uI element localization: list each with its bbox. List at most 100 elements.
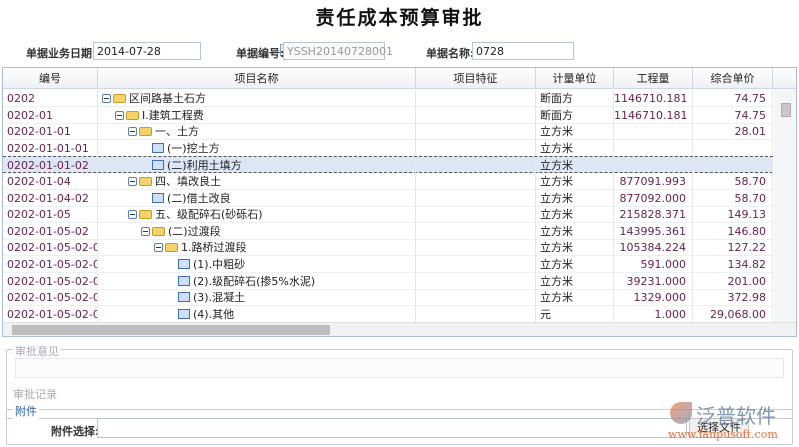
attachment-file-input[interactable] bbox=[97, 418, 687, 438]
collapse-toggle-icon[interactable] bbox=[154, 243, 163, 253]
cell-name: (2).级配碎石(掺5%水泥) bbox=[98, 272, 416, 290]
cell-code: 0202-01-04 bbox=[3, 173, 98, 190]
item-name: (二)借土改良 bbox=[167, 191, 231, 205]
col-name[interactable]: 项目名称 bbox=[98, 68, 416, 89]
table-row[interactable]: 0202-01 Ⅰ.建筑工程费 断面方 1146710.181 74.75 bbox=[3, 106, 773, 124]
cell-name: 区间路基土石方 bbox=[98, 90, 416, 107]
approval-opinion-input[interactable] bbox=[15, 358, 784, 378]
cell-code: 0202-01-05-02-0... bbox=[3, 289, 98, 307]
item-name: 1.路桥过渡段 bbox=[181, 241, 247, 255]
collapse-toggle-icon[interactable] bbox=[128, 210, 137, 220]
cell-name: (二)利用土填方 bbox=[98, 157, 416, 175]
cell-qty: 877091.993 bbox=[614, 173, 693, 190]
table-row[interactable]: 0202-01-01-02 (二)利用土填方 立方米 bbox=[3, 156, 773, 175]
choose-file-button[interactable]: 选择文件 bbox=[689, 418, 749, 438]
table-row[interactable]: 0202-01-04-02 (二)借土改良 立方米 877092.000 58.… bbox=[3, 189, 773, 207]
grid-header: 编号 项目名称 项目特征 计量单位 工程量 综合单价 bbox=[3, 68, 796, 89]
cell-feature bbox=[416, 206, 536, 224]
cell-unit: 立方米 bbox=[536, 173, 614, 190]
item-name: (3).混凝土 bbox=[193, 291, 246, 305]
table-row[interactable]: 0202-01-05 五、级配碎石(砂砾石) 立方米 215828.371 14… bbox=[3, 206, 773, 224]
cell-feature bbox=[416, 173, 536, 190]
table-row[interactable]: 0202-01-01-01 (一)挖土方 立方米 bbox=[3, 139, 773, 157]
folder-icon bbox=[139, 177, 152, 186]
attachment-legend: 附件 bbox=[13, 403, 39, 419]
table-row[interactable]: 0202-01-05-02-01 1.路桥过渡段 立方米 105384.224 … bbox=[3, 239, 773, 257]
cell-unit: 立方米 bbox=[536, 206, 614, 224]
cell-qty: 39231.000 bbox=[614, 272, 693, 290]
table-row[interactable]: 0202-01-05-02-0... (3).混凝土 立方米 1329.000 … bbox=[3, 289, 773, 307]
item-name: 五、级配碎石(砂砾石) bbox=[155, 208, 263, 222]
cell-unit: 立方米 bbox=[536, 289, 614, 307]
bill-name-input[interactable]: 0728 bbox=[472, 42, 574, 60]
cell-qty: 143995.361 bbox=[614, 222, 693, 240]
page-title: 责任成本预算审批 bbox=[315, 7, 484, 29]
cell-feature bbox=[416, 189, 536, 207]
date-input[interactable]: 2014-07-28 bbox=[93, 42, 291, 60]
cell-code: 0202-01-05-02-0... bbox=[3, 272, 98, 290]
cell-price: 74.75 bbox=[693, 90, 773, 107]
collapse-toggle-icon[interactable] bbox=[128, 127, 137, 137]
collapse-toggle-icon[interactable] bbox=[102, 94, 111, 103]
horizontal-scrollbar[interactable] bbox=[3, 322, 796, 336]
folder-icon bbox=[139, 210, 152, 220]
col-code[interactable]: 编号 bbox=[3, 68, 98, 89]
cell-feature bbox=[416, 139, 536, 157]
cell-name: 一、土方 bbox=[98, 123, 416, 141]
cell-qty: 1.000 bbox=[614, 305, 693, 323]
collapse-toggle-icon[interactable] bbox=[128, 177, 137, 186]
collapse-toggle-icon[interactable] bbox=[115, 110, 124, 120]
cell-name: (一)挖土方 bbox=[98, 139, 416, 157]
table-row[interactable]: 0202-01-05-02 (二)过渡段 立方米 143995.361 146.… bbox=[3, 222, 773, 240]
col-feature[interactable]: 项目特征 bbox=[416, 68, 536, 89]
cell-unit: 立方米 bbox=[536, 256, 614, 273]
folder-icon bbox=[152, 226, 165, 236]
cell-feature bbox=[416, 305, 536, 323]
folder-icon bbox=[126, 110, 139, 120]
cell-price: 127.22 bbox=[693, 239, 773, 257]
item-icon bbox=[178, 308, 190, 319]
cell-code: 0202-01-04-02 bbox=[3, 189, 98, 207]
vertical-scrollbar[interactable] bbox=[774, 89, 796, 322]
cell-code: 0202-01 bbox=[3, 106, 98, 124]
table-row[interactable]: 0202-01-05-02-0... (1).中粗砂 立方米 591.000 1… bbox=[3, 256, 773, 273]
table-row[interactable]: 0202-01-05-02-0... (2).级配碎石(掺5%水泥) 立方米 3… bbox=[3, 272, 773, 290]
date-value: 2014-07-28 bbox=[97, 45, 161, 58]
cell-qty: 1146710.181 bbox=[614, 90, 693, 107]
bill-no-input[interactable]: YSSH20140728001 bbox=[283, 42, 393, 60]
horizontal-scroll-thumb[interactable] bbox=[12, 325, 330, 335]
date-label: 单据业务日期: bbox=[26, 47, 97, 60]
cell-feature bbox=[416, 123, 536, 141]
cell-qty bbox=[614, 123, 693, 141]
cell-code: 0202-01-01 bbox=[3, 123, 98, 141]
cell-price bbox=[693, 139, 773, 157]
cell-qty bbox=[614, 139, 693, 157]
item-name: 一、土方 bbox=[155, 125, 199, 139]
item-icon bbox=[152, 160, 164, 171]
col-qty[interactable]: 工程量 bbox=[614, 68, 693, 89]
folder-icon bbox=[139, 127, 152, 137]
col-price[interactable]: 综合单价 bbox=[693, 68, 773, 89]
table-row[interactable]: 0202-01-01 一、土方 立方米 28.01 bbox=[3, 123, 773, 141]
vertical-scroll-thumb[interactable] bbox=[781, 103, 791, 117]
folder-icon bbox=[165, 243, 178, 253]
cell-name: (二)过渡段 bbox=[98, 222, 416, 240]
cell-price: 29,068.00 bbox=[693, 305, 773, 323]
bill-no-label: 单据编号: bbox=[236, 47, 285, 60]
item-icon bbox=[152, 192, 164, 203]
cell-price: 146.80 bbox=[693, 222, 773, 240]
item-name: (1).中粗砂 bbox=[193, 258, 246, 271]
cell-code: 0202-01-05-02 bbox=[3, 222, 98, 240]
cell-code: 0202-01-01-01 bbox=[3, 139, 98, 157]
cell-qty: 591.000 bbox=[614, 256, 693, 273]
table-row[interactable]: 0202-01-05-02-0... (4).其他 元 1.000 29,068… bbox=[3, 305, 773, 323]
col-unit[interactable]: 计量单位 bbox=[536, 68, 614, 89]
collapse-toggle-icon[interactable] bbox=[141, 226, 150, 236]
cell-unit: 立方米 bbox=[536, 157, 614, 175]
cell-name: 四、填改良土 bbox=[98, 173, 416, 190]
table-row[interactable]: 0202 区间路基土石方 断面方 1146710.181 74.75 bbox=[3, 90, 773, 107]
cell-price: 134.82 bbox=[693, 256, 773, 273]
table-row[interactable]: 0202-01-04 四、填改良土 立方米 877091.993 58.70 bbox=[3, 173, 773, 190]
approval-legend: 审批意见 bbox=[13, 343, 61, 359]
item-name: (一)挖土方 bbox=[167, 141, 220, 155]
